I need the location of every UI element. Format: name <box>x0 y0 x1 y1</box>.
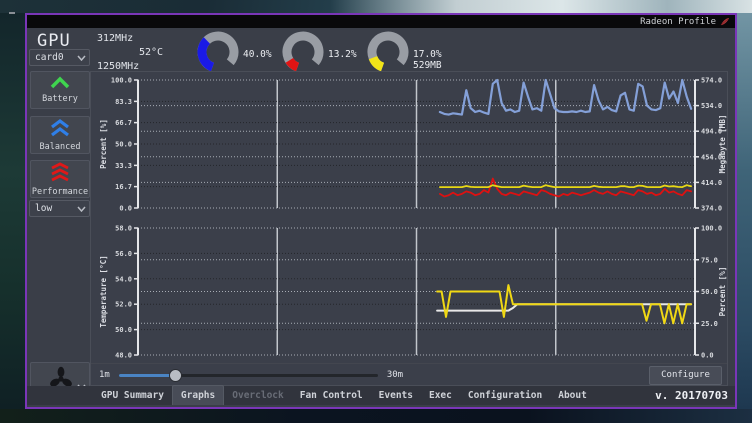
axis-tick-label: 52.0 <box>115 301 132 309</box>
axis-tick-label: 100.0 <box>111 77 132 85</box>
axis-tick-label: 83.3 <box>115 98 132 106</box>
configure-button[interactable]: Configure <box>649 366 722 385</box>
tab-configuration[interactable]: Configuration <box>460 388 550 405</box>
chevron-up-double-icon <box>47 119 73 140</box>
bottom-chart: 58.0 56.0 54.0 52.0 50.0 48.0 100.0 75.0 50.0 25.… <box>91 216 727 362</box>
performance-profile-button[interactable]: Performance <box>30 160 90 198</box>
window-title: Radeon Profile <box>640 17 716 27</box>
window-content: GPU card0 Battery Balanced <box>27 28 735 407</box>
desktop-sky <box>330 0 752 13</box>
gauge-arc <box>196 30 240 74</box>
desktop-left-edge <box>0 13 25 409</box>
slider-fill <box>119 374 171 377</box>
desktop-right-edge <box>737 13 752 409</box>
axis-tick-label: 0.0 <box>119 205 132 213</box>
axis-tick-label: 66.7 <box>115 119 132 127</box>
axis-tick-label: 50.0 <box>115 326 132 334</box>
power-level-select[interactable]: low <box>29 200 90 217</box>
gauge-sub-value: 529MB <box>413 60 442 71</box>
chevron-up-single-icon <box>47 76 73 92</box>
chevron-down-icon <box>77 55 86 61</box>
battery-label: Battery <box>42 94 78 104</box>
slider-max-label: 30m <box>387 370 403 380</box>
axis-tick-label: 54.0 <box>115 275 132 283</box>
tab-gpu-summary[interactable]: GPU Summary <box>93 388 172 405</box>
gpu-heading: GPU <box>37 31 71 51</box>
memory-gauge: 17.0% 529MB <box>366 30 442 74</box>
graphs-pane: 100.083.366.750.033.316.70.0574.0534.049… <box>90 71 728 386</box>
axis-tick-label: 25.0 <box>701 320 718 328</box>
tab-overclock: Overclock <box>224 388 291 405</box>
title-bar: Radeon Profile <box>27 15 735 28</box>
tab-graphs[interactable]: Graphs <box>172 385 224 405</box>
balanced-label: Balanced <box>40 142 81 152</box>
radeon-profile-window: Radeon Profile GPU card0 Battery <box>25 13 737 409</box>
tab-about[interactable]: About <box>550 388 595 405</box>
gauge-value: 17.0% <box>413 49 442 60</box>
time-range-row: 1m 30m Configure <box>91 363 727 386</box>
card-select[interactable]: card0 <box>29 49 90 66</box>
tab-bar: GPU SummaryGraphsOverclockFan ControlEve… <box>27 386 735 405</box>
desktop-dash <box>9 12 15 14</box>
desktop-background: Radeon Profile GPU card0 Battery <box>0 0 752 423</box>
chevron-up-triple-icon <box>47 162 73 185</box>
slider-min-label: 1m <box>99 370 110 380</box>
tab-exec[interactable]: Exec <box>421 388 460 405</box>
axis-tick-label: 16.7 <box>115 183 132 191</box>
version-label: v. 20170703 <box>655 389 728 405</box>
card-select-value: card0 <box>35 52 64 63</box>
temperature-readout: 52°C <box>139 47 163 58</box>
left-axis-title: Temperature [°C] <box>99 255 108 327</box>
right-axis-title: Megabyte [MB] <box>718 115 727 174</box>
secondary-gauge: 13.2% <box>281 30 357 74</box>
axis-tick-label: 33.3 <box>115 162 132 170</box>
axis-tick-label: 414.0 <box>701 179 722 187</box>
left-axis-title: Percent [%] <box>99 119 108 169</box>
axis-tick-label: 374.0 <box>701 205 722 213</box>
axis-tick-label: 574.0 <box>701 77 722 85</box>
time-range-slider[interactable] <box>119 369 378 382</box>
tab-bar-tabs: GPU SummaryGraphsOverclockFan ControlEve… <box>93 388 595 405</box>
axis-tick-label: 0.0 <box>701 352 714 360</box>
gauge-arc <box>281 30 325 74</box>
tab-fan-control[interactable]: Fan Control <box>292 388 371 405</box>
gpu-load-gauge: 40.0% <box>196 30 272 74</box>
balanced-profile-button[interactable]: Balanced <box>30 116 90 154</box>
performance-label: Performance <box>32 187 88 197</box>
top-chart: 100.083.366.750.033.316.70.0574.0534.049… <box>91 73 727 216</box>
gauge-value: 13.2% <box>328 49 357 60</box>
axis-tick-label: 50.0 <box>701 288 718 296</box>
axis-tick-label: 100.0 <box>701 225 722 233</box>
radeon-feather-icon <box>720 17 730 26</box>
axis-tick-label: 534.0 <box>701 102 722 110</box>
right-axis-title: Percent [%] <box>718 267 727 317</box>
axis-tick-label: 75.0 <box>701 256 718 264</box>
power-level-value: low <box>35 203 52 214</box>
desktop-ground <box>0 409 752 423</box>
axis-tick-label: 48.0 <box>115 352 132 360</box>
axis-tick-label: 58.0 <box>115 225 132 233</box>
slider-handle[interactable] <box>169 369 182 382</box>
gauge-value: 40.0% <box>243 49 272 60</box>
gauge-arc <box>366 30 410 74</box>
current-clock: 312MHz <box>97 33 133 44</box>
axis-tick-label: 50.0 <box>115 141 132 149</box>
tab-events[interactable]: Events <box>371 388 421 405</box>
axis-tick-label: 56.0 <box>115 250 132 258</box>
battery-profile-button[interactable]: Battery <box>30 71 90 109</box>
chevron-down-icon <box>77 206 86 212</box>
